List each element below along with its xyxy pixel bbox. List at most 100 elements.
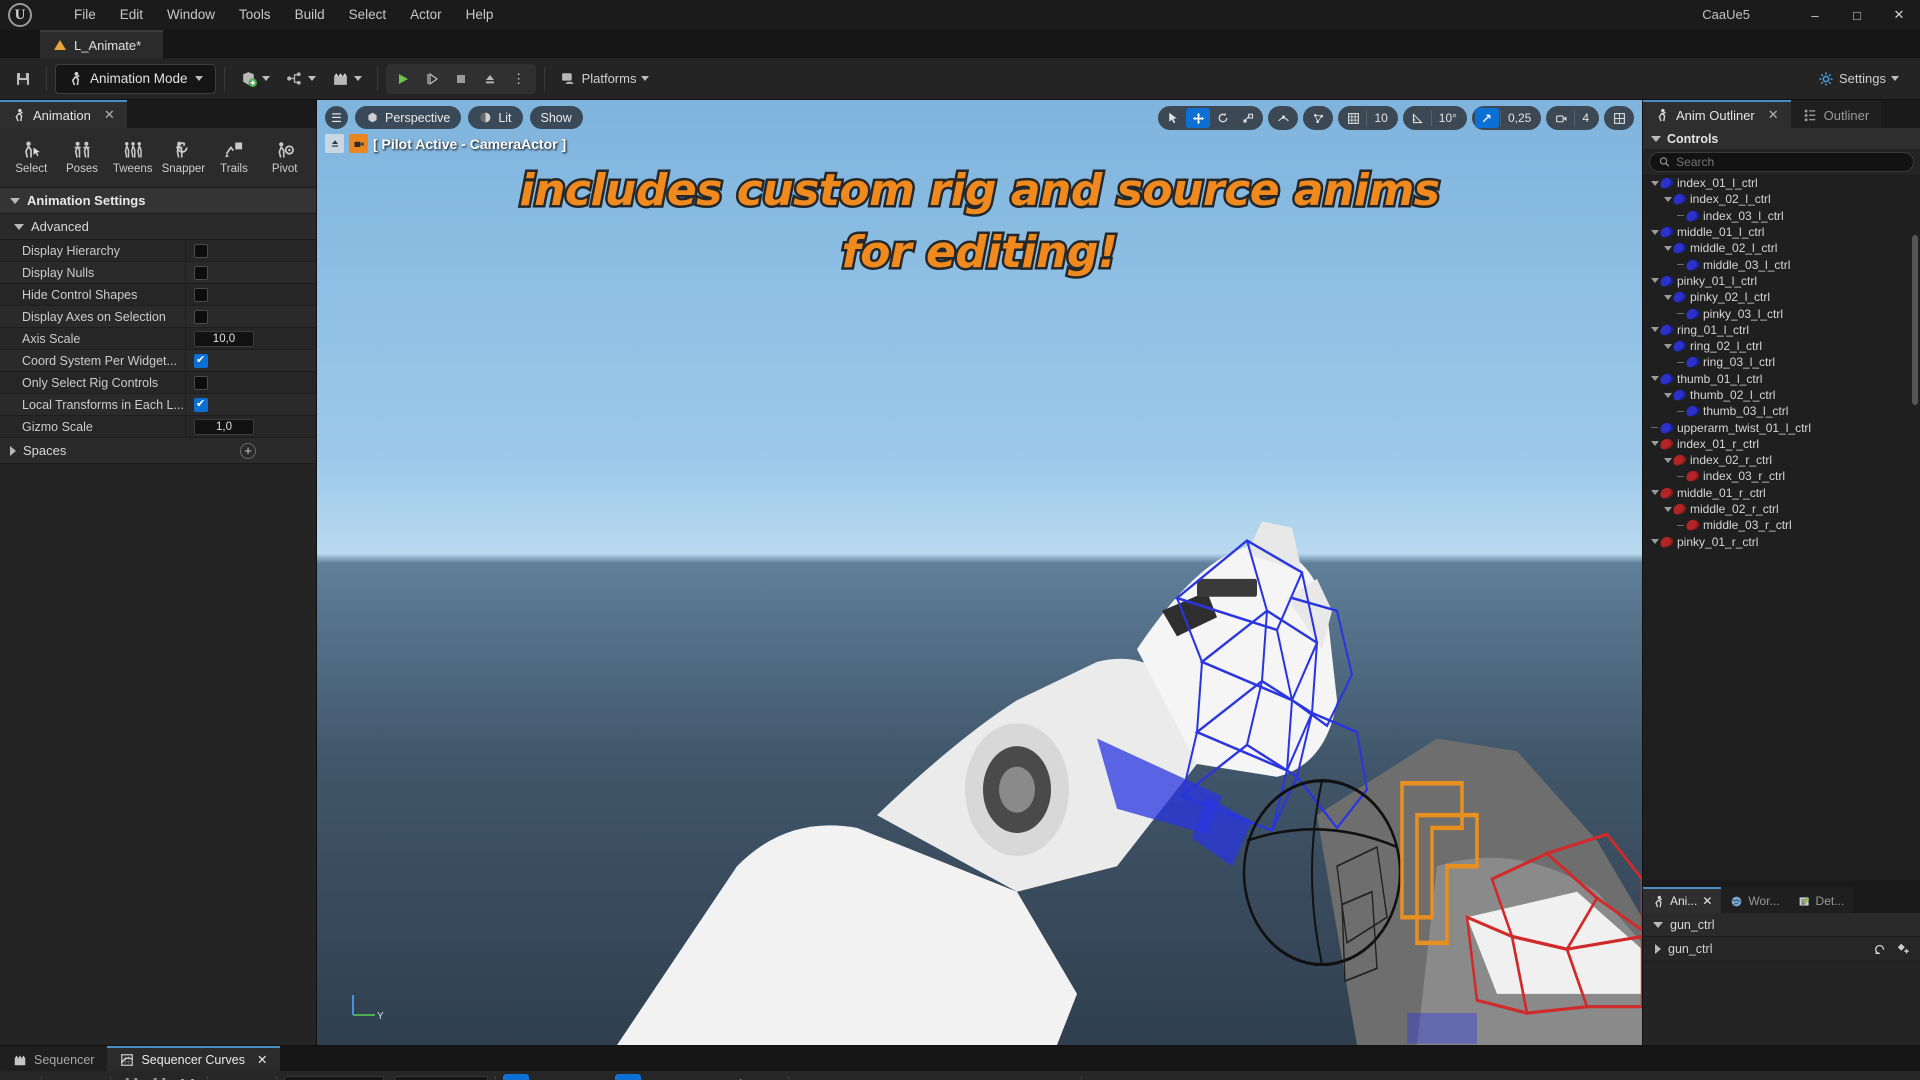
menu-tools[interactable]: Tools bbox=[227, 0, 283, 30]
cubic-break-icon[interactable] bbox=[852, 1074, 878, 1080]
tree-item[interactable]: index_01_r_ctrl bbox=[1643, 436, 1920, 452]
camera-pilot-icon[interactable] bbox=[349, 134, 368, 153]
constant-icon[interactable] bbox=[908, 1074, 934, 1080]
menu-help[interactable]: Help bbox=[454, 0, 506, 30]
checkbox[interactable] bbox=[194, 375, 208, 390]
cycle-icon[interactable] bbox=[1020, 1074, 1046, 1080]
details-tab-0[interactable]: Ani... ✕ bbox=[1643, 887, 1722, 913]
tree-item[interactable]: ring_03_l_ctrl bbox=[1643, 354, 1920, 370]
timebar-icon[interactable] bbox=[1145, 1074, 1171, 1080]
number-field[interactable]: 1,0 bbox=[194, 418, 254, 435]
advanced-header[interactable]: Advanced bbox=[0, 214, 316, 240]
chevron-down-icon-tree[interactable] bbox=[1649, 441, 1660, 447]
transform-dropdown[interactable] bbox=[755, 1074, 781, 1080]
tree-item[interactable]: thumb_01_l_ctrl bbox=[1643, 371, 1920, 387]
select-mode-icon[interactable] bbox=[503, 1073, 529, 1080]
curve-shape-icon[interactable] bbox=[49, 1074, 75, 1080]
controls-header[interactable]: Controls bbox=[1643, 128, 1920, 149]
mode-button-trails[interactable]: Trails bbox=[209, 135, 260, 180]
close-icon-outliner[interactable]: ✕ bbox=[1768, 107, 1779, 123]
tree-item[interactable]: thumb_02_l_ctrl bbox=[1643, 387, 1920, 403]
chevron-down-icon-tree[interactable] bbox=[1649, 539, 1660, 545]
checkbox[interactable] bbox=[194, 397, 208, 412]
framing-icon[interactable] bbox=[559, 1074, 585, 1080]
number-field[interactable]: 10,0 bbox=[194, 330, 254, 347]
tab-animation[interactable]: Animation ✕ bbox=[0, 100, 127, 128]
tree-item[interactable]: ring_01_l_ctrl bbox=[1643, 322, 1920, 338]
select-tool-icon[interactable] bbox=[118, 1074, 144, 1080]
search-input[interactable] bbox=[1676, 155, 1904, 169]
curve-value-field-2[interactable] bbox=[394, 1076, 488, 1080]
animation-mode-button[interactable]: Animation Mode bbox=[55, 63, 216, 94]
grid-snap-icon[interactable] bbox=[1341, 108, 1365, 128]
close-icon-sequencer[interactable]: ✕ bbox=[257, 1052, 267, 1067]
tree-item[interactable]: index_03_r_ctrl bbox=[1643, 468, 1920, 484]
tree-scrollbar[interactable] bbox=[1912, 235, 1918, 405]
visibility-dropdown[interactable] bbox=[243, 1074, 269, 1080]
details-tab-2[interactable]: Det... bbox=[1788, 887, 1854, 913]
tree-item[interactable]: middle_02_l_ctrl bbox=[1643, 240, 1920, 256]
extrapolation-icon[interactable] bbox=[964, 1074, 990, 1080]
options-icon[interactable]: ⋮ bbox=[699, 1074, 725, 1080]
eject-button[interactable] bbox=[476, 66, 504, 92]
add-key-icon[interactable] bbox=[1896, 942, 1910, 956]
close-icon[interactable]: ✕ bbox=[104, 107, 115, 123]
maximize-button[interactable]: □ bbox=[1836, 0, 1878, 30]
menu-window[interactable]: Window bbox=[155, 0, 227, 30]
curve-shape-dropdown[interactable] bbox=[77, 1074, 103, 1080]
sequencer-tab-1[interactable]: Sequencer Curves ✕ bbox=[107, 1046, 281, 1071]
pilot-indicator[interactable]: [ Pilot Active - CameraActor ] bbox=[325, 134, 566, 153]
cubic-auto-icon[interactable] bbox=[796, 1074, 822, 1080]
right-panel-splitter[interactable] bbox=[1643, 880, 1920, 887]
layout-icon[interactable] bbox=[1607, 108, 1631, 128]
scale-icon[interactable] bbox=[1236, 108, 1260, 128]
minimize-button[interactable]: – bbox=[1794, 0, 1836, 30]
weighted-icon[interactable] bbox=[936, 1074, 962, 1080]
tree-item[interactable]: pinky_03_l_ctrl bbox=[1643, 305, 1920, 321]
retime-tool-icon[interactable] bbox=[174, 1074, 200, 1080]
marquee-icon[interactable] bbox=[531, 1074, 557, 1080]
menu-file[interactable]: File bbox=[62, 0, 108, 30]
tree-item[interactable]: index_02_l_ctrl bbox=[1643, 191, 1920, 207]
add-key-icon-toolbar[interactable] bbox=[8, 1074, 34, 1080]
tree-item[interactable]: middle_01_r_ctrl bbox=[1643, 485, 1920, 501]
play-more-button[interactable]: ⋮ bbox=[505, 66, 533, 92]
menu-actor[interactable]: Actor bbox=[398, 0, 454, 30]
checkbox[interactable] bbox=[194, 287, 208, 302]
menu-build[interactable]: Build bbox=[283, 0, 337, 30]
play-button[interactable] bbox=[389, 66, 417, 92]
scale-value[interactable]: 0,25 bbox=[1499, 110, 1538, 126]
reduce-keys-icon[interactable] bbox=[1089, 1074, 1115, 1080]
surface-snap-icon[interactable] bbox=[1271, 108, 1295, 128]
tree-item[interactable]: middle_03_l_ctrl bbox=[1643, 256, 1920, 272]
mode-button-pivot[interactable]: Pivot bbox=[259, 135, 310, 180]
tab-anim-outliner[interactable]: Anim Outliner ✕ bbox=[1643, 100, 1791, 128]
checkbox[interactable] bbox=[194, 353, 208, 368]
mode-button-tweens[interactable]: Tweens bbox=[107, 135, 158, 180]
mode-button-poses[interactable]: Poses bbox=[57, 135, 108, 180]
tree-item[interactable]: upperarm_twist_01_l_ctrl bbox=[1643, 419, 1920, 435]
angle-snap-icon[interactable] bbox=[1406, 108, 1430, 128]
transform-icon[interactable] bbox=[727, 1074, 753, 1080]
tree-item[interactable]: index_01_l_ctrl bbox=[1643, 175, 1920, 191]
tree-item[interactable]: index_02_r_ctrl bbox=[1643, 452, 1920, 468]
sequencer-tab-0[interactable]: Sequencer bbox=[0, 1046, 108, 1071]
chevron-down-icon-tree[interactable] bbox=[1649, 229, 1660, 235]
linear-icon[interactable] bbox=[880, 1074, 906, 1080]
outliner-search[interactable] bbox=[1649, 152, 1914, 172]
details-tab-1[interactable]: Wor... bbox=[1721, 887, 1789, 913]
cinematics-button[interactable] bbox=[325, 64, 369, 94]
main-menu-bar[interactable]: File Edit Window Tools Build Select Actor Help bbox=[62, 0, 505, 30]
tree-item[interactable]: ring_02_l_ctrl bbox=[1643, 338, 1920, 354]
tab-outliner[interactable]: Outliner bbox=[1790, 100, 1882, 128]
chevron-down-icon-tree[interactable] bbox=[1662, 343, 1673, 349]
checkbox[interactable] bbox=[194, 309, 208, 324]
move-icon[interactable] bbox=[1186, 108, 1211, 128]
chevron-down-icon-tree[interactable] bbox=[1662, 457, 1673, 463]
extrapolation-dropdown[interactable] bbox=[992, 1074, 1018, 1080]
chevron-down-icon-tree[interactable] bbox=[1662, 245, 1673, 251]
settings-button[interactable]: Settings bbox=[1811, 64, 1906, 94]
chevron-down-icon-tree[interactable] bbox=[1662, 196, 1673, 202]
chevron-down-icon-tree[interactable] bbox=[1662, 506, 1673, 512]
grid-value[interactable]: 10 bbox=[1366, 110, 1394, 126]
